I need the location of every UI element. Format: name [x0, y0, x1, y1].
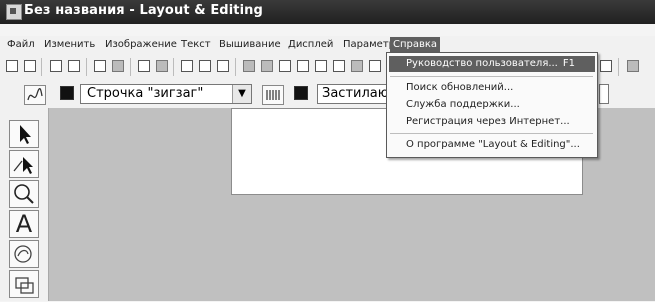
point-edit-icon[interactable] [9, 150, 39, 178]
region-stitch-type-select[interactable]: Застилаю [317, 84, 391, 104]
chevron-down-icon[interactable]: ▼ [232, 85, 251, 103]
menu-file[interactable]: Файл [4, 37, 38, 53]
menu-display[interactable]: Дисплей [285, 37, 336, 53]
select-arrow-icon[interactable] [9, 120, 39, 148]
menu-item-about[interactable]: О программе "Layout & Editing"... [389, 137, 595, 153]
toolbar-field[interactable] [599, 84, 609, 104]
help-menu-dropdown: Руководство пользователя... F1 Поиск обн… [386, 52, 598, 158]
line-color-swatch[interactable] [60, 86, 74, 100]
menu-item-label: Руководство пользователя... [406, 58, 558, 69]
rectangle-tool-icon[interactable] [9, 270, 39, 298]
save-icon[interactable] [92, 58, 108, 74]
menu-image[interactable]: Изображение [102, 37, 180, 53]
new-file-icon[interactable] [4, 58, 20, 74]
design-view-icon[interactable] [598, 58, 614, 74]
menu-help[interactable]: Справка [390, 37, 441, 53]
transfer-icon[interactable] [625, 58, 641, 74]
menu-text[interactable]: Текст [178, 37, 214, 53]
save-as-icon[interactable] [110, 58, 126, 74]
reshape-icon[interactable] [295, 58, 311, 74]
region-color-swatch[interactable] [294, 86, 308, 100]
import-icon[interactable] [48, 58, 64, 74]
open-file-icon[interactable] [22, 58, 38, 74]
toolbar-separator [618, 58, 619, 76]
line-stitch-type-select[interactable]: Строчка "зигзаг" ▼ [80, 84, 252, 104]
shape-tool-icon[interactable] [9, 240, 39, 268]
menu-item-shortcut: F1 [562, 58, 575, 69]
menu-edit[interactable]: Изменить [41, 37, 98, 53]
menu-item-label: Служба поддержки... [406, 99, 520, 110]
export-icon[interactable] [66, 58, 82, 74]
align-icon[interactable] [331, 58, 347, 74]
menu-separator [390, 76, 593, 77]
redo-icon[interactable] [154, 58, 170, 74]
toolbar-separator [173, 58, 174, 76]
ungroup-icon[interactable] [259, 58, 275, 74]
region-sew-icon[interactable] [262, 85, 284, 105]
group-icon[interactable] [241, 58, 257, 74]
menu-item-label: Поиск обновлений... [406, 82, 514, 93]
distribute-icon[interactable] [349, 58, 365, 74]
zoom-tool-icon[interactable] [9, 180, 39, 208]
paste-icon[interactable] [215, 58, 231, 74]
toolbar-separator [41, 58, 42, 76]
toolbar-separator [130, 58, 131, 76]
rotate-icon[interactable] [277, 58, 293, 74]
menu-item-support[interactable]: Служба поддержки... [389, 97, 595, 113]
cut-icon[interactable] [179, 58, 195, 74]
zoom-icon[interactable] [313, 58, 329, 74]
menu-item-online-registration[interactable]: Регистрация через Интернет... [389, 114, 595, 130]
toolbar-separator [86, 58, 87, 76]
window-title: Без названия - Layout & Editing [24, 3, 263, 18]
menu-item-label: О программе "Layout & Editing"... [406, 139, 580, 150]
menu-item-check-updates[interactable]: Поиск обновлений... [389, 80, 595, 96]
line-sew-icon[interactable] [24, 85, 46, 105]
menu-item-user-guide[interactable]: Руководство пользователя... F1 [389, 56, 595, 72]
copy-icon[interactable] [197, 58, 213, 74]
text-tool-icon[interactable]: A [9, 210, 39, 238]
menu-separator [390, 133, 593, 134]
window-titlebar: Без названия - Layout & Editing [0, 0, 655, 24]
stitch-icon[interactable] [367, 58, 383, 74]
toolbar-separator [235, 58, 236, 76]
menu-embroidery[interactable]: Вышивание [216, 37, 284, 53]
tool-palette: A [0, 108, 49, 301]
line-stitch-type-value: Строчка "зигзаг" [87, 86, 204, 101]
app-icon [6, 4, 22, 20]
menu-item-label: Регистрация через Интернет... [406, 116, 570, 127]
undo-icon[interactable] [136, 58, 152, 74]
